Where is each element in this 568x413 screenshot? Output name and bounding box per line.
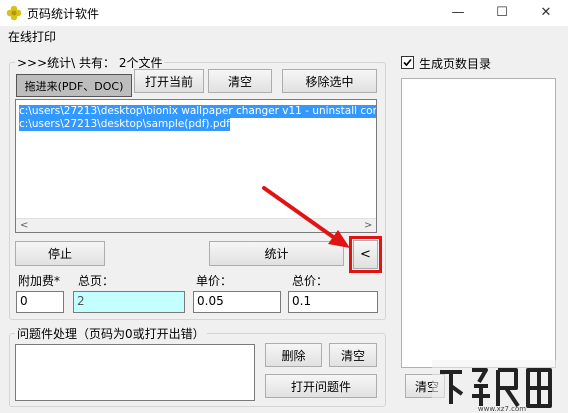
close-button[interactable]: ✕ (524, 0, 568, 26)
toc-list[interactable] (401, 78, 556, 368)
problem-list[interactable] (15, 344, 255, 401)
surcharge-label: 附加费* (18, 274, 61, 288)
app-flower-icon (6, 5, 22, 21)
generate-toc-label: 生成页数目录 (419, 57, 492, 71)
title-bar: 页码统计软件 — ☐ ✕ (0, 0, 568, 26)
total-pages-field[interactable]: 2 (73, 291, 185, 313)
unit-price-label: 单价： (196, 274, 233, 288)
list-item[interactable]: c:\users\27213\desktop\sample(pdf).pdf (19, 118, 230, 131)
menu-online-print[interactable]: 在线打印 (8, 28, 56, 45)
scroll-right-icon[interactable]: > (364, 219, 372, 233)
stop-button[interactable]: 停止 (15, 241, 105, 266)
clear-list-button[interactable]: 清空 (208, 69, 272, 93)
clear-problems-button[interactable]: 清空 (329, 343, 377, 367)
problem-group-label: 问题件处理（页码为0或打开出错） (15, 325, 207, 342)
total-price-field[interactable]: 0.1 (288, 291, 378, 313)
unit-price-field[interactable]: 0.05 (193, 291, 281, 313)
svg-text:www.xz7.com: www.xz7.com (478, 405, 526, 413)
red-arrow-icon (262, 186, 350, 248)
scroll-left-icon[interactable]: < (20, 219, 28, 233)
total-price-label: 总价： (292, 274, 329, 288)
checkmark-icon (403, 58, 412, 67)
total-pages-label: 总页： (78, 274, 115, 288)
minimize-button[interactable]: — (436, 0, 480, 26)
open-problem-button[interactable]: 打开问题件 (265, 374, 377, 398)
list-item[interactable]: c:\users\27213\desktop\bionix wallpaper … (19, 105, 376, 118)
drag-in-button[interactable]: 拖进来(PDF、DOC) (16, 74, 132, 97)
delete-button[interactable]: 删除 (265, 343, 322, 367)
open-current-button[interactable]: 打开当前 (134, 69, 204, 93)
menu-bar: 在线打印 (0, 26, 568, 46)
generate-toc-checkbox[interactable] (401, 56, 414, 69)
surcharge-field[interactable]: 0 (16, 291, 64, 313)
watermark-logo: www.xz7.com (432, 360, 568, 413)
window-title: 页码统计软件 (27, 7, 100, 21)
remove-selected-button[interactable]: 移除选中 (282, 69, 377, 93)
maximize-button[interactable]: ☐ (480, 0, 524, 26)
